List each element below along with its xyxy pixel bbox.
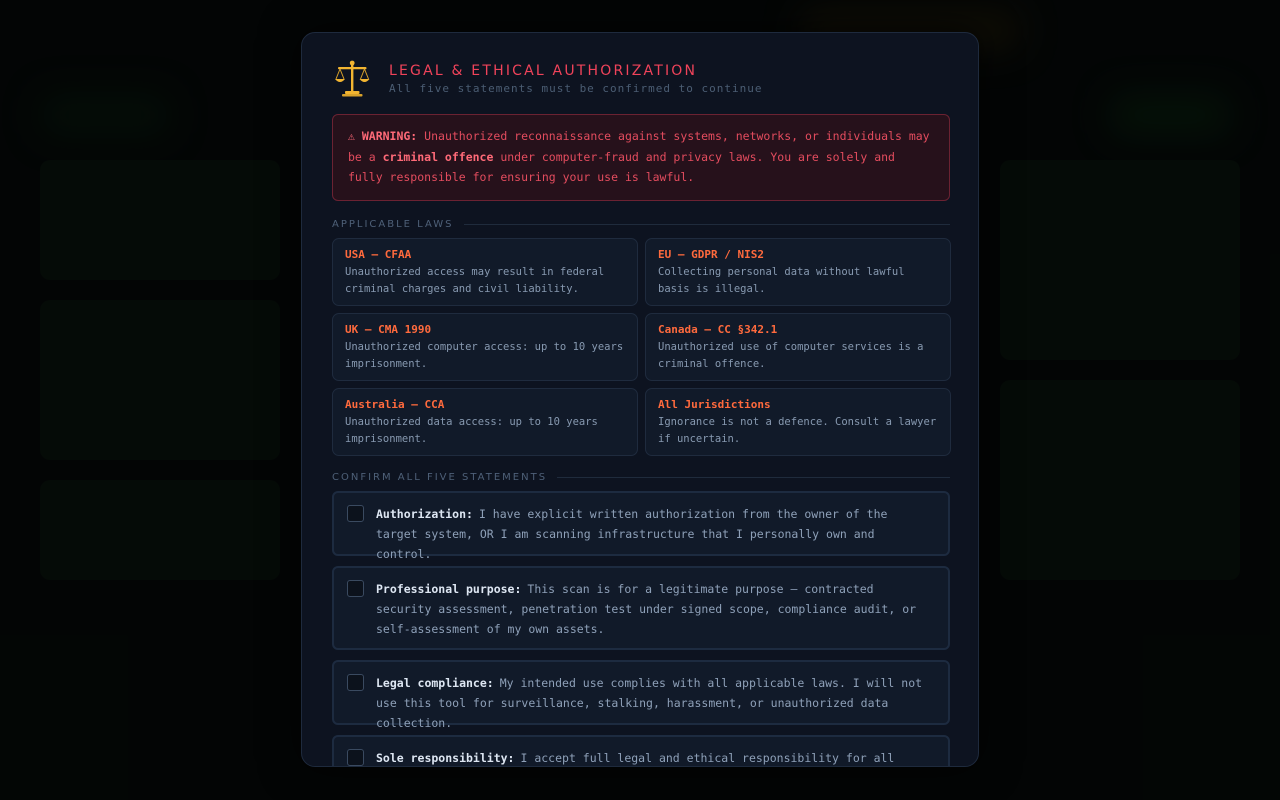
statement-label: Legal compliance: [376, 676, 494, 690]
legal-warning-banner: ⚠ WARNING: Unauthorized reconnaissance a… [332, 114, 950, 201]
law-description: Unauthorized data access: up to 10 years… [345, 416, 598, 445]
authorization-checkbox[interactable] [347, 505, 364, 522]
modal-header: LEGAL & ETHICAL AUTHORIZATION All five s… [332, 57, 950, 103]
legal-authorization-modal: LEGAL & ETHICAL AUTHORIZATION All five s… [301, 32, 979, 767]
section-divider [557, 476, 950, 478]
statement-label: Authorization: [376, 507, 473, 521]
law-card: UK — CMA 1990 Unauthorized computer acce… [332, 313, 638, 381]
modal-title: LEGAL & ETHICAL AUTHORIZATION [389, 63, 698, 79]
professional-purpose-checkbox[interactable] [347, 580, 364, 597]
law-description: Ignorance is not a defence. Consult a la… [658, 416, 937, 445]
warning-prefix: ⚠ WARNING: [348, 129, 418, 143]
law-name: UK — CMA 1990 [345, 323, 432, 336]
law-card: USA — CFAA Unauthorized access may resul… [332, 238, 638, 306]
confirm-statements-label: CONFIRM ALL FIVE STATEMENTS [332, 471, 548, 483]
statement-label: Sole responsibility: [376, 751, 515, 765]
legal-compliance-checkbox[interactable] [347, 674, 364, 691]
law-card: All Jurisdictions Ignorance is not a def… [645, 388, 951, 456]
law-card: EU — GDPR / NIS2 Collecting personal dat… [645, 238, 951, 306]
law-name: Canada — CC §342.1 [658, 323, 778, 336]
confirm-statements-heading: CONFIRM ALL FIVE STATEMENTS [332, 470, 950, 484]
statement-label: Professional purpose: [376, 582, 522, 596]
law-description: Unauthorized computer access: up to 10 y… [345, 341, 624, 370]
section-divider [463, 223, 950, 225]
law-name: EU — GDPR / NIS2 [658, 248, 764, 261]
law-card: Canada — CC §342.1 Unauthorized use of c… [645, 313, 951, 381]
statement-legal-compliance[interactable]: Legal compliance: My intended use complie… [332, 660, 950, 730]
law-card: Australia — CCA Unauthorized data access… [332, 388, 638, 456]
applicable-laws-label: APPLICABLE LAWS [332, 218, 454, 230]
modal-subtitle: All five statements must be confirmed to… [389, 82, 763, 95]
sole-responsibility-checkbox[interactable] [347, 749, 364, 766]
applicable-laws-heading: APPLICABLE LAWS [332, 217, 950, 231]
law-name: USA — CFAA [345, 248, 412, 261]
scales-of-justice-icon [335, 60, 370, 97]
statement-professional-purpose[interactable]: Professional purpose: This scan is for a … [332, 566, 950, 650]
law-name: Australia — CCA [345, 398, 445, 411]
law-description: Collecting personal data without lawful … [658, 266, 905, 295]
law-description: Unauthorized access may result in federa… [345, 266, 605, 295]
statement-sole-responsibility[interactable]: Sole responsibility: I accept full legal … [332, 735, 950, 766]
statement-authorization[interactable]: Authorization: I have explicit written au… [332, 491, 950, 561]
law-description: Unauthorized use of computer services is… [658, 341, 924, 370]
law-name: All Jurisdictions [658, 398, 771, 411]
warning-emphasis: criminal offence [382, 149, 494, 164]
